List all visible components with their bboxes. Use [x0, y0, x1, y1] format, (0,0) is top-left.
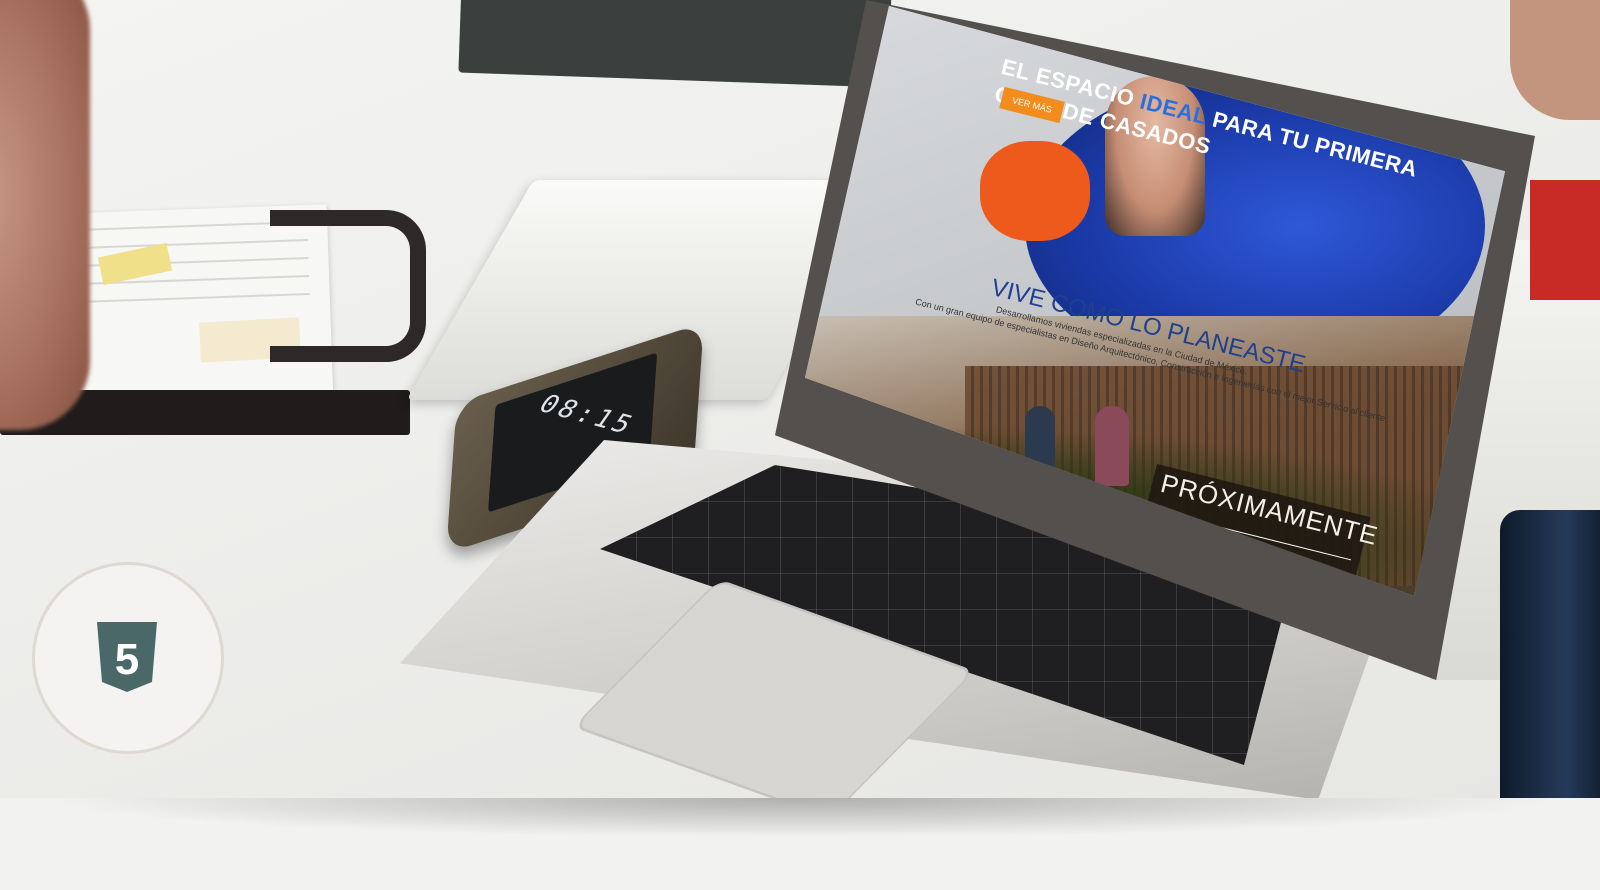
html5-shield-icon: 5 — [97, 622, 157, 692]
person-hand — [1510, 0, 1600, 120]
drop-shadow — [40, 798, 1560, 838]
person-standing — [1095, 406, 1129, 486]
organizer-strap — [270, 210, 426, 362]
workspace-photo: 08:15 EL ESPACIO IDEAL PARA TU PRIMERA C… — [0, 0, 1600, 798]
orange-plush-toy — [980, 141, 1090, 241]
svg-text:5: 5 — [115, 635, 139, 684]
dark-folder — [458, 0, 892, 88]
red-book — [1530, 180, 1600, 300]
person-arm — [0, 0, 90, 430]
coffee-mug — [1500, 510, 1600, 798]
